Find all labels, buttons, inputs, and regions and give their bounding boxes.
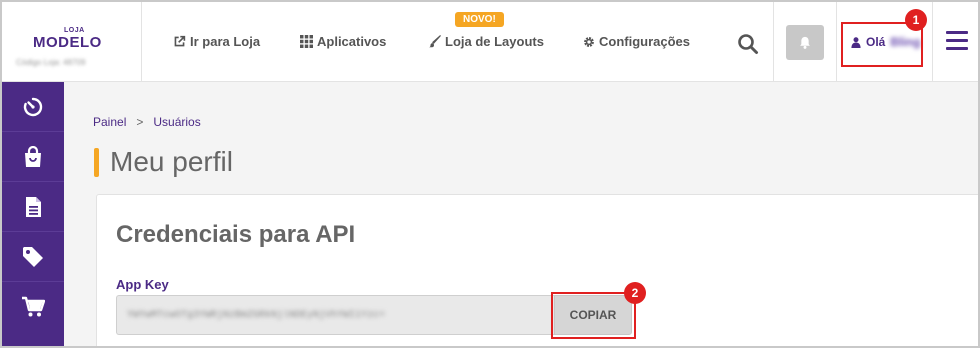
settings-link-label: Configurações [599,34,691,49]
hamburger-menu-button[interactable] [946,31,970,51]
logo-cell[interactable]: LOJA MODELO Código Loja: 48709 [2,2,142,82]
divider [932,2,933,82]
breadcrumb-separator: > [136,115,144,129]
store-code: Código Loja: 48709 [16,58,86,67]
dashboard-timer-icon [23,97,43,116]
search-icon [738,34,758,54]
sidebar-item-products[interactable] [2,232,64,282]
search-button[interactable] [737,33,759,55]
settings-link[interactable]: Configurações [583,34,690,49]
page-title: Meu perfil [110,146,233,177]
sidebar-item-documents[interactable] [2,182,64,232]
apps-link[interactable]: Aplicativos [300,34,386,49]
breadcrumb-current[interactable]: Usuários [153,115,200,129]
menu-bar-icon [946,31,968,34]
title-accent-bar [94,148,99,177]
sidebar-item-cart[interactable] [2,282,64,332]
menu-bar-icon [946,39,968,42]
store-link-label: Ir para Loja [190,34,261,49]
bell-icon [800,36,810,49]
annotation-badge-1: 1 [905,9,927,31]
breadcrumb: Painel > Usuários [93,115,201,129]
cart-icon [22,296,45,317]
top-bar: LOJA MODELO Código Loja: 48709 Ir para L… [2,2,978,82]
external-link-icon [174,35,186,47]
app-window: LOJA MODELO Código Loja: 48709 Ir para L… [0,0,980,348]
layouts-link[interactable]: Loja de Layouts [428,34,544,49]
sidebar [2,82,64,346]
sidebar-item-dashboard[interactable] [2,82,64,132]
store-link[interactable]: Ir para Loja [173,34,260,49]
breadcrumb-root[interactable]: Painel [93,115,126,129]
app-key-label: App Key [116,277,169,292]
annotation-badge-2: 2 [624,282,646,304]
card-title: Credenciais para API [116,221,356,248]
layouts-link-label: Loja de Layouts [445,34,544,49]
notifications-button[interactable] [786,25,824,60]
logo-small-text: LOJA [64,27,85,34]
apps-link-label: Aplicativos [317,34,387,49]
grid-icon [300,35,313,48]
sidebar-item-orders[interactable] [2,132,64,182]
menu-bar-icon [946,47,968,50]
tag-icon [23,246,43,267]
document-icon [25,196,41,217]
gear-icon [584,36,594,47]
app-key-field[interactable]: YWYwMTcwOTg3YWRjNzBmZGRkNjlNDEyNjVhYWI1Y… [116,295,554,335]
logo-text: MODELO [33,34,102,51]
new-badge: NOVO! [455,12,504,27]
annotation-box-2 [551,292,636,339]
shopping-bag-icon [25,145,41,167]
divider [773,2,774,82]
divider [836,2,837,82]
app-key-value: YWYwMTcwOTg3YWRjNzBmZGRkNjlNDEyNjVhYWI1Y… [127,309,386,321]
paint-brush-icon [428,35,441,48]
